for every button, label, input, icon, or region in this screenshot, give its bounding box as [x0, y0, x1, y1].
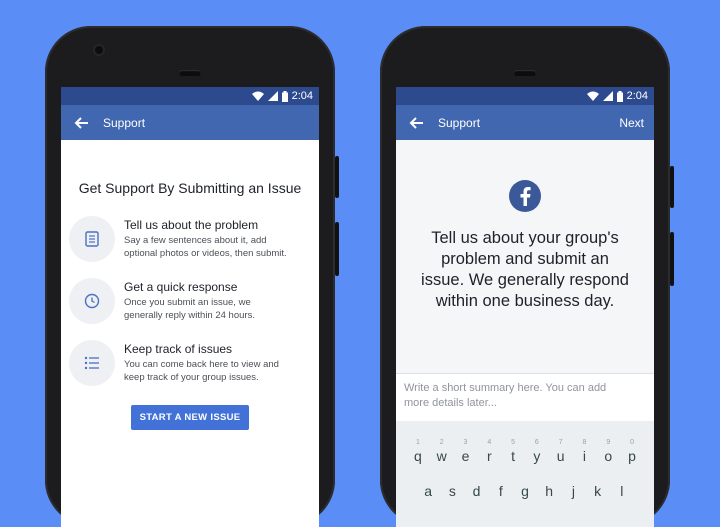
keyboard-row-2: a s d f g h j k l [396, 483, 654, 499]
key-p[interactable]: 0p [621, 439, 643, 464]
item-desc-line: keep track of your group issues. [124, 371, 259, 383]
page-heading: Get Support By Submitting an Issue [78, 180, 302, 196]
message-line: Tell us about your group's [431, 229, 619, 247]
message-line: issue. We generally respond [421, 271, 629, 289]
earpiece-speaker [514, 70, 536, 76]
app-bar: Support [61, 105, 319, 140]
power-button [335, 222, 339, 276]
volume-button [335, 156, 339, 198]
back-arrow-icon[interactable] [71, 113, 91, 133]
next-button[interactable]: Next [619, 116, 644, 130]
summary-input[interactable]: Write a short summary here. You can add … [396, 373, 654, 421]
key-o[interactable]: 9o [597, 439, 619, 464]
keyboard-row-1: 1q 2w 3e 4r 5t 6y 7u 8i 9o 0p [396, 439, 654, 464]
clock-icon [69, 278, 115, 324]
battery-icon [281, 90, 288, 102]
left-screen: 2:04 Support Get Support By Submitting a… [61, 87, 319, 527]
key-f[interactable]: f [490, 483, 512, 499]
signal-icon [602, 91, 613, 101]
status-time: 2:04 [626, 90, 648, 102]
summary-placeholder: more details later... [404, 397, 497, 409]
list-item-tell-us: Tell us about the problem Say a few sent… [69, 216, 305, 262]
item-desc-line: You can come back here to view and [124, 359, 279, 370]
earpiece-speaker [179, 70, 201, 76]
list-item-quick-response: Get a quick response Once you submit an … [69, 278, 305, 324]
key-y[interactable]: 6y [526, 439, 548, 464]
list-icon [69, 340, 115, 386]
power-button [670, 232, 674, 286]
key-k[interactable]: k [587, 483, 609, 499]
back-arrow-icon[interactable] [406, 113, 426, 133]
wifi-icon [251, 91, 264, 101]
on-screen-keyboard: 1q 2w 3e 4r 5t 6y 7u 8i 9o 0p a s d f g … [396, 421, 654, 527]
key-r[interactable]: 4r [478, 439, 500, 464]
item-desc-line: Say a few sentences about it, add [124, 235, 267, 246]
item-desc-line: Once you submit an issue, we [124, 297, 251, 308]
left-phone: 2:04 Support Get Support By Submitting a… [45, 26, 339, 527]
front-camera [95, 46, 103, 54]
document-icon [69, 216, 115, 262]
right-phone: 2:04 Support Next Tell us about your gro… [380, 26, 674, 527]
key-s[interactable]: s [441, 483, 463, 499]
key-g[interactable]: g [514, 483, 536, 499]
item-title: Keep track of issues [124, 342, 233, 356]
appbar-title: Support [103, 115, 146, 130]
key-h[interactable]: h [538, 483, 560, 499]
item-desc-line: optional photos or videos, then submit. [124, 247, 287, 259]
key-t[interactable]: 5t [502, 439, 524, 464]
facebook-logo-icon [509, 180, 541, 212]
app-bar: Support Next [396, 105, 654, 140]
item-title: Tell us about the problem [124, 218, 259, 232]
key-a[interactable]: a [417, 483, 439, 499]
key-j[interactable]: j [562, 483, 584, 499]
key-l[interactable]: l [611, 483, 633, 499]
list-item-track-issues: Keep track of issues You can come back h… [69, 340, 305, 386]
signal-icon [267, 91, 278, 101]
appbar-title: Support [438, 115, 481, 130]
key-e[interactable]: 3e [454, 439, 476, 464]
key-u[interactable]: 7u [550, 439, 572, 464]
volume-button [670, 166, 674, 208]
message-line: within one business day. [435, 292, 615, 310]
summary-placeholder: Write a short summary here. You can add [404, 382, 607, 394]
status-time: 2:04 [291, 90, 313, 102]
battery-icon [616, 90, 623, 102]
message-line: problem and submit an [441, 250, 609, 268]
status-bar: 2:04 [396, 87, 654, 105]
right-screen: 2:04 Support Next Tell us about your gro… [396, 87, 654, 527]
info-message: Tell us about your group's problem and s… [410, 228, 640, 312]
status-bar: 2:04 [61, 87, 319, 105]
item-desc-line: generally reply within 24 hours. [124, 309, 255, 321]
start-new-issue-button[interactable]: START A NEW ISSUE [131, 405, 249, 430]
key-w[interactable]: 2w [431, 439, 453, 464]
key-i[interactable]: 8i [573, 439, 595, 464]
wifi-icon [586, 91, 599, 101]
key-q[interactable]: 1q [407, 439, 429, 464]
key-d[interactable]: d [466, 483, 488, 499]
item-title: Get a quick response [124, 280, 238, 294]
